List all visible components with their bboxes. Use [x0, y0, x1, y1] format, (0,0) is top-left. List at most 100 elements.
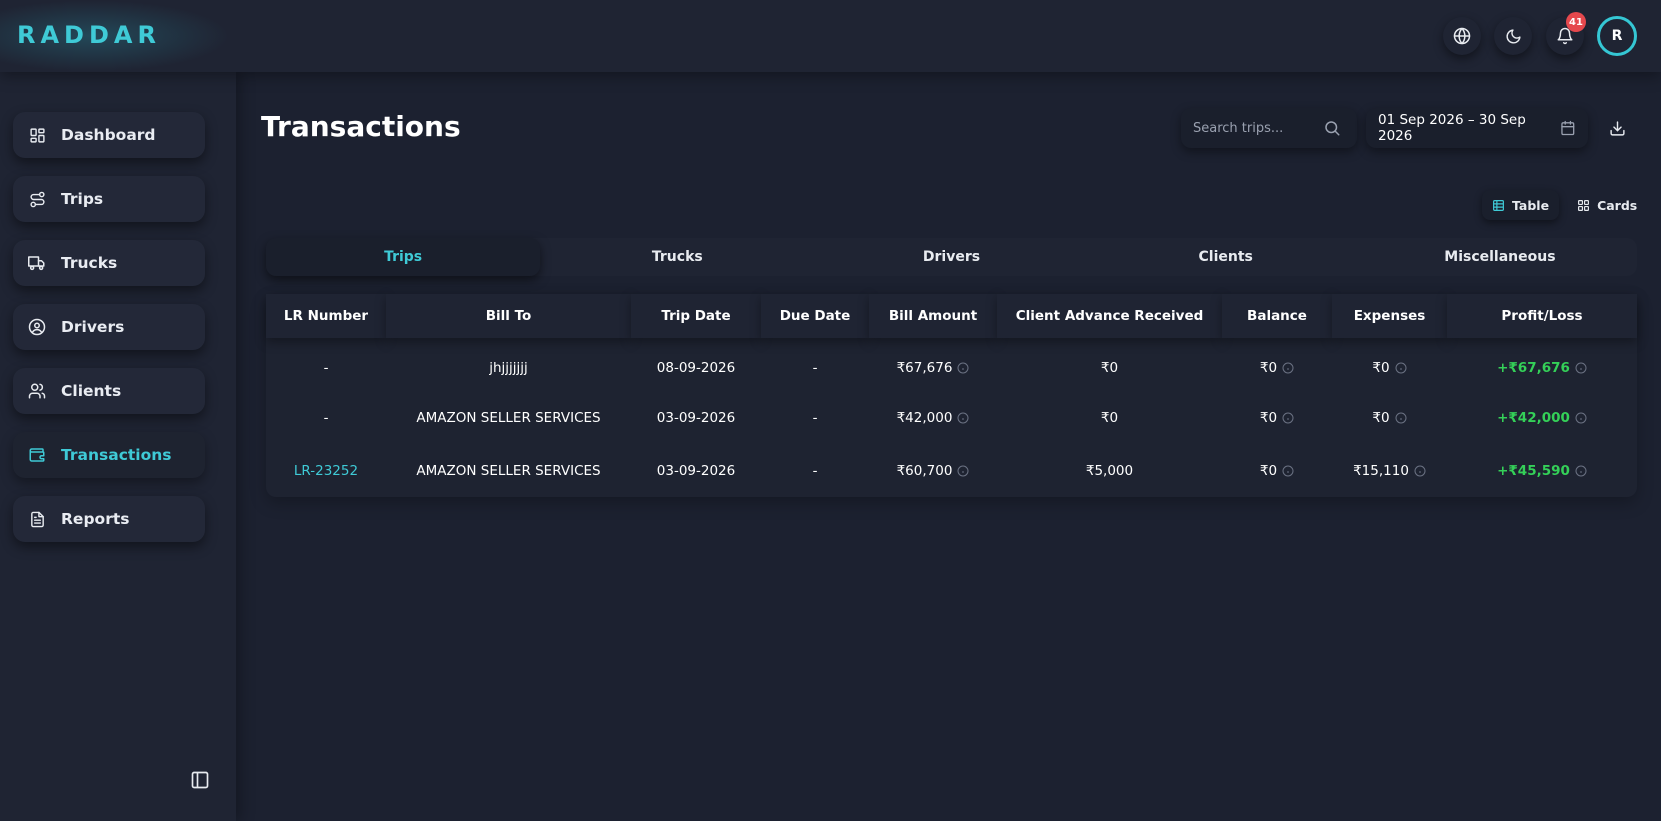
- grid-icon: [1578, 199, 1590, 211]
- info-icon[interactable]: [1282, 362, 1294, 374]
- moon-icon: [1506, 28, 1521, 43]
- info-icon[interactable]: [1575, 362, 1587, 374]
- tab-trucks[interactable]: Trucks: [540, 238, 814, 276]
- info-icon[interactable]: [957, 412, 969, 424]
- profit-cell: +₹42,000: [1447, 391, 1637, 444]
- balance-cell: ₹0: [1222, 338, 1332, 391]
- lr-number-cell: LR-23252: [266, 444, 386, 497]
- profit-value: +₹42,000: [1497, 409, 1570, 426]
- balance-value: ₹0: [1259, 462, 1278, 479]
- notification-badge: 41: [1566, 12, 1586, 32]
- info-icon[interactable]: [957, 362, 969, 374]
- info-icon[interactable]: [1395, 412, 1407, 424]
- sidebar-item-label: Trucks: [61, 254, 118, 272]
- bill-to-cell: AMAZON SELLER SERVICES: [416, 462, 601, 479]
- due-date-cell: -: [812, 409, 818, 426]
- tab-drivers[interactable]: Drivers: [814, 238, 1088, 276]
- profit-value: +₹67,676: [1497, 359, 1570, 376]
- theme-toggle-button[interactable]: [1494, 17, 1532, 55]
- column-header[interactable]: Trip Date: [631, 294, 761, 338]
- profit-cell: +₹45,590: [1447, 444, 1637, 497]
- expenses-cell: ₹0: [1332, 391, 1447, 444]
- language-button[interactable]: [1443, 17, 1481, 55]
- sidebar-item-clients[interactable]: Clients: [13, 368, 205, 414]
- sidebar-item-drivers[interactable]: Drivers: [13, 304, 205, 350]
- search-icon[interactable]: [1323, 119, 1341, 137]
- profit-value: +₹45,590: [1497, 462, 1570, 479]
- column-header[interactable]: Bill To: [386, 294, 631, 338]
- sidebar-item-transactions[interactable]: Transactions: [13, 432, 205, 478]
- download-icon: [1609, 120, 1625, 136]
- search-input[interactable]: [1193, 120, 1323, 136]
- download-button[interactable]: [1606, 117, 1628, 139]
- info-icon[interactable]: [957, 465, 969, 477]
- balance-value: ₹0: [1259, 359, 1278, 376]
- balance-value: ₹0: [1259, 409, 1278, 426]
- lr-number-link[interactable]: LR-23252: [294, 463, 358, 479]
- table-view-button[interactable]: Table: [1482, 190, 1560, 220]
- sidebar-panel-icon: [191, 771, 209, 789]
- column-header[interactable]: Client Advance Received: [997, 294, 1222, 338]
- info-icon[interactable]: [1395, 362, 1407, 374]
- sidebar-item-reports[interactable]: Reports: [13, 496, 205, 542]
- bill-amount-cell: ₹67,676: [869, 338, 997, 391]
- info-icon[interactable]: [1414, 465, 1426, 477]
- bill-amount-cell: ₹60,700: [869, 444, 997, 497]
- info-icon[interactable]: [1282, 465, 1294, 477]
- balance-cell: ₹0: [1222, 391, 1332, 444]
- trip-date-cell: 08-09-2026: [656, 359, 736, 376]
- calendar-icon: [1561, 120, 1575, 136]
- table-icon: [1493, 199, 1504, 211]
- advance-cell: ₹5,000: [1085, 462, 1134, 479]
- sidebar: Dashboard Trips Trucks Drivers Clients T…: [0, 72, 236, 821]
- info-icon[interactable]: [1575, 412, 1587, 424]
- page-title: Transactions: [261, 110, 461, 143]
- table-row[interactable]: - jhjjjjjjj 08-09-2026 - ₹67,676 ₹0 ₹0 ₹…: [266, 338, 1637, 391]
- route-icon: [29, 191, 45, 207]
- lr-number-cell: -: [323, 359, 329, 376]
- tab-clients[interactable]: Clients: [1089, 238, 1363, 276]
- tab-trips[interactable]: Trips: [266, 238, 541, 276]
- sidebar-item-label: Drivers: [61, 318, 125, 336]
- cards-view-button[interactable]: Cards: [1567, 190, 1647, 220]
- search-box[interactable]: [1181, 108, 1357, 148]
- transactions-table: LR Number Bill To Trip Date Due Date Bil…: [266, 294, 1637, 497]
- truck-icon: [28, 256, 45, 271]
- column-header[interactable]: Balance: [1222, 294, 1332, 338]
- sidebar-item-label: Transactions: [61, 446, 172, 464]
- table-view-label: Table: [1512, 197, 1550, 213]
- info-icon[interactable]: [1575, 465, 1587, 477]
- cards-view-label: Cards: [1597, 197, 1638, 213]
- tab-miscellaneous[interactable]: Miscellaneous: [1363, 238, 1637, 276]
- table-row[interactable]: LR-23252 AMAZON SELLER SERVICES 03-09-20…: [266, 444, 1637, 497]
- file-text-icon: [30, 511, 44, 527]
- expenses-cell: ₹0: [1332, 338, 1447, 391]
- info-icon[interactable]: [1282, 412, 1294, 424]
- sidebar-item-label: Clients: [61, 382, 122, 400]
- column-header[interactable]: Bill Amount: [869, 294, 997, 338]
- bill-to-cell: AMAZON SELLER SERVICES: [416, 409, 601, 426]
- column-header[interactable]: Due Date: [761, 294, 869, 338]
- table-row[interactable]: - AMAZON SELLER SERVICES 03-09-2026 - ₹4…: [266, 391, 1637, 444]
- sidebar-item-label: Reports: [61, 510, 130, 528]
- table-header-row: LR Number Bill To Trip Date Due Date Bil…: [266, 294, 1637, 338]
- trip-date-cell: 03-09-2026: [656, 409, 736, 426]
- due-date-cell: -: [812, 462, 818, 479]
- column-header[interactable]: Expenses: [1332, 294, 1447, 338]
- expenses-cell: ₹15,110: [1332, 444, 1447, 497]
- sidebar-item-trucks[interactable]: Trucks: [13, 240, 205, 286]
- avatar[interactable]: R: [1597, 16, 1637, 56]
- profit-cell: +₹67,676: [1447, 338, 1637, 391]
- date-range-picker[interactable]: 01 Sep 2026 – 30 Sep 2026: [1366, 108, 1588, 148]
- sidebar-item-dashboard[interactable]: Dashboard: [13, 112, 205, 158]
- sidebar-item-trips[interactable]: Trips: [13, 176, 205, 222]
- trip-date-cell: 03-09-2026: [656, 462, 736, 479]
- view-toggle: Table Cards: [1482, 190, 1647, 220]
- column-header[interactable]: LR Number: [266, 294, 386, 338]
- sidebar-collapse-button[interactable]: [190, 770, 210, 790]
- bill-amount-value: ₹42,000: [896, 409, 953, 426]
- users-icon: [28, 383, 46, 399]
- app-logo[interactable]: RADDAR: [17, 21, 161, 49]
- due-date-cell: -: [812, 359, 818, 376]
- column-header[interactable]: Profit/Loss: [1447, 294, 1637, 338]
